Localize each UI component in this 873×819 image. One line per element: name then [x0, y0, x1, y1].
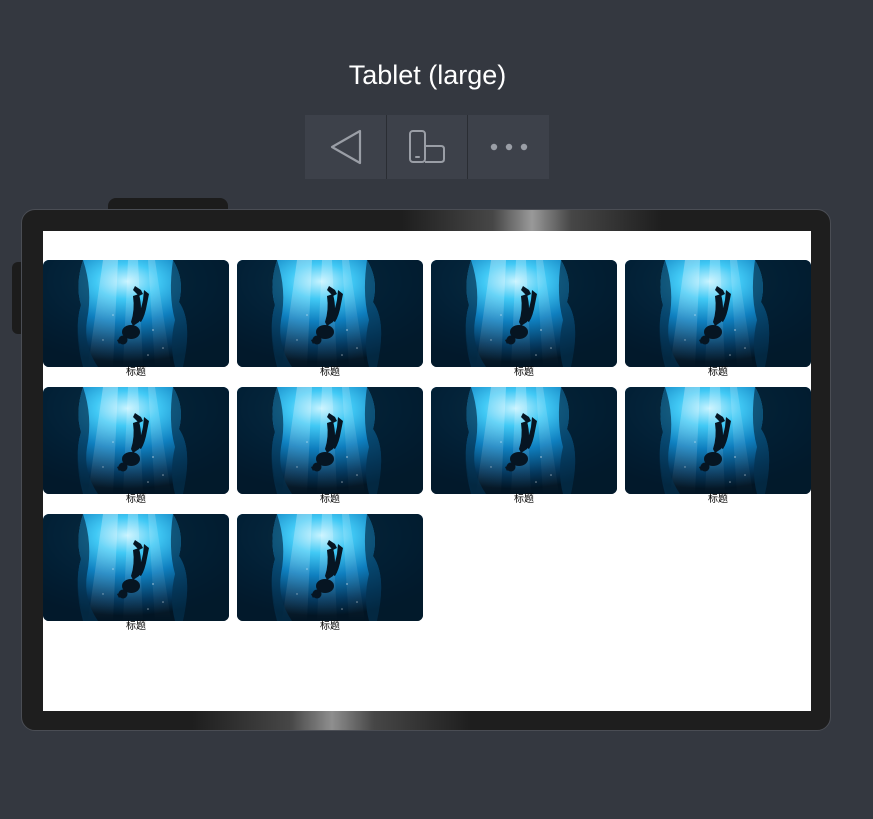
card-title: 标题 [708, 367, 728, 378]
card-title: 标题 [126, 367, 146, 378]
card-title: 标题 [320, 494, 340, 505]
gallery-card[interactable]: 标题 [43, 514, 229, 633]
gallery-card[interactable]: 标题 [625, 387, 811, 506]
diver-image [43, 260, 229, 367]
device-toolbar [305, 115, 549, 179]
card-title: 标题 [126, 494, 146, 505]
diver-image [625, 260, 811, 367]
device-title: Tablet (large) [348, 60, 507, 90]
gallery-card[interactable]: 标题 [237, 514, 423, 633]
diver-image [625, 387, 811, 494]
diver-image [237, 387, 423, 494]
diver-image [431, 260, 617, 367]
diver-image [43, 387, 229, 494]
card-title: 标题 [514, 367, 534, 378]
back-button[interactable] [305, 115, 386, 179]
frame-highlight [192, 710, 472, 730]
rotate-device-icon [409, 130, 445, 163]
diver-image [237, 260, 423, 367]
gallery-card[interactable]: 标题 [43, 387, 229, 506]
card-title: 标题 [708, 494, 728, 505]
diver-image [43, 514, 229, 621]
gallery-card[interactable]: 标题 [237, 387, 423, 506]
image-grid: 标题 标题 标题 标题 标题 标题 标题 标题 标题 标题 [43, 260, 811, 633]
card-title: 标题 [320, 367, 340, 378]
card-title: 标题 [514, 494, 534, 505]
gallery-card[interactable]: 标题 [625, 260, 811, 379]
back-triangle-icon [330, 129, 361, 165]
gallery-card[interactable]: 标题 [431, 387, 617, 506]
tablet-screen: 标题 标题 标题 标题 标题 标题 标题 标题 标题 标题 [43, 231, 811, 711]
card-title: 标题 [320, 621, 340, 632]
gallery-card[interactable]: 标题 [237, 260, 423, 379]
more-dots-icon [490, 143, 527, 151]
rotate-device-button[interactable] [386, 115, 467, 179]
card-title: 标题 [126, 621, 146, 632]
gallery-card[interactable]: 标题 [431, 260, 617, 379]
frame-highlight [402, 210, 662, 232]
gallery-card[interactable]: 标题 [43, 260, 229, 379]
diver-image [431, 387, 617, 494]
more-options-button[interactable] [467, 115, 549, 179]
diver-image [237, 514, 423, 621]
